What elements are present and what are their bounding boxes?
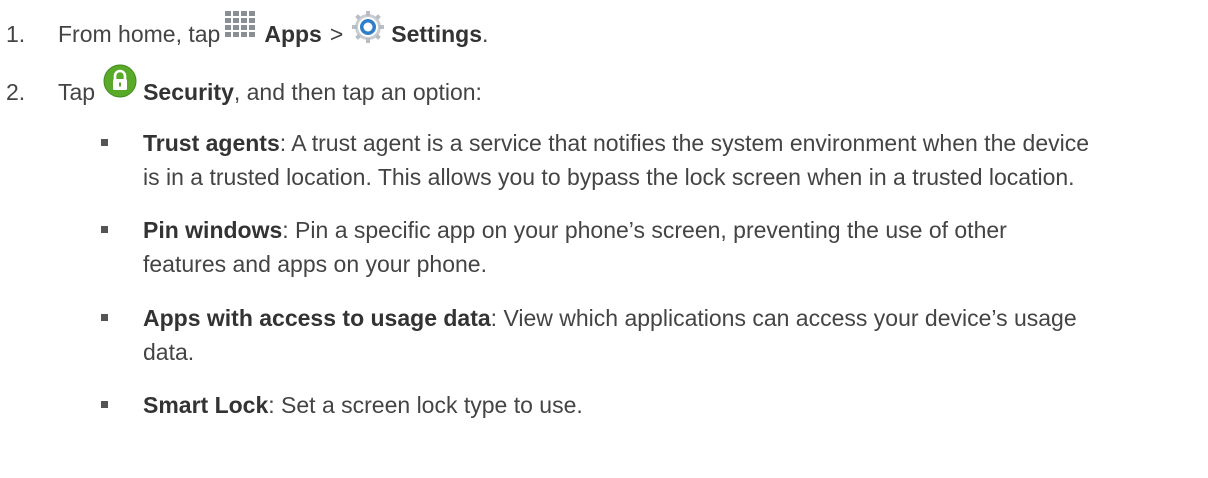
- step-rest: , and then tap an option:: [233, 78, 482, 105]
- option-usage-data: Apps with access to usage data: View whi…: [101, 301, 1200, 369]
- bullet-icon: [101, 314, 108, 321]
- option-desc: : Pin a specific app on your phone’s scr…: [282, 217, 1007, 243]
- option-title: Apps with access to usage data: [143, 305, 491, 331]
- step-number: 1.: [6, 20, 26, 47]
- security-lock-icon: [103, 64, 137, 104]
- option-trust-agents: Trust agents: A trust agent is a service…: [101, 126, 1200, 194]
- step-text: Tap: [58, 78, 96, 105]
- apps-label: Apps: [264, 20, 322, 47]
- option-title: Smart Lock: [143, 392, 269, 418]
- settings-label: Settings: [391, 20, 483, 47]
- option-desc: : Set a screen lock type to use.: [268, 392, 583, 418]
- step-2: 2. Tap Security , and then tap an option…: [6, 64, 482, 112]
- step-end: .: [482, 20, 489, 47]
- bullet-icon: [101, 401, 108, 408]
- bullet-icon: [101, 139, 108, 146]
- option-smart-lock: Smart Lock: Set a screen lock type to us…: [101, 388, 1200, 422]
- bullet-icon: [101, 226, 108, 233]
- option-desc: : View which applications can access you…: [490, 305, 1077, 331]
- option-title: Pin windows: [143, 217, 283, 243]
- option-desc: : A trust agent is a service that notifi…: [279, 130, 1090, 156]
- step-1: 1. From home, tap Apps > Settings .: [6, 11, 489, 54]
- option-title: Trust agents: [143, 130, 280, 156]
- option-desc-cont: features and apps on your phone.: [143, 251, 487, 277]
- step-number: 2.: [6, 78, 26, 105]
- apps-grid-icon: [224, 10, 258, 46]
- settings-gear-icon: [351, 10, 385, 50]
- option-desc-cont: data.: [143, 339, 195, 365]
- option-pin-windows: Pin windows: Pin a specific app on your …: [101, 213, 1200, 281]
- step-text: From home, tap: [58, 20, 221, 47]
- security-label: Security: [143, 78, 234, 105]
- separator: >: [329, 20, 344, 47]
- option-desc-cont: is in a trusted location. This allows yo…: [143, 164, 1075, 190]
